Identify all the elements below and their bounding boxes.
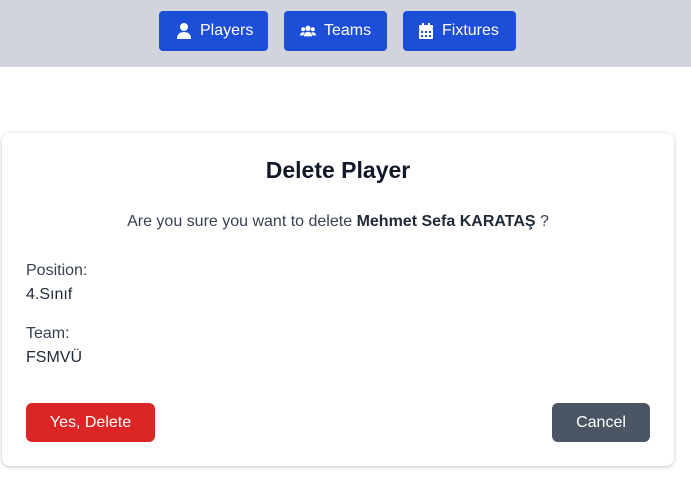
cancel-button[interactable]: Cancel <box>552 403 650 442</box>
confirm-question: Are you sure you want to delete Mehmet S… <box>2 213 674 231</box>
question-prefix: Are you sure you want to delete <box>127 213 353 230</box>
nav-players-label: Players <box>200 22 254 39</box>
position-label: Position: <box>26 262 88 279</box>
team-label: Team: <box>26 325 70 342</box>
top-nav-bar: Players Teams Fixtures <box>0 0 691 67</box>
delete-player-dialog: Delete Player Are you sure you want to d… <box>2 133 674 466</box>
nav-teams-label: Teams <box>324 22 372 39</box>
users-icon <box>300 23 316 39</box>
confirm-delete-button[interactable]: Yes, Delete <box>26 403 155 442</box>
calendar-icon <box>418 23 434 39</box>
nav-fixtures-label: Fixtures <box>442 22 499 39</box>
nav-fixtures-button[interactable]: Fixtures <box>403 11 516 51</box>
position-value: 4.Sınıf <box>26 286 73 303</box>
team-value: FSMVÜ <box>26 349 82 366</box>
nav-players-button[interactable]: Players <box>159 11 268 51</box>
dialog-title: Delete Player <box>265 157 411 183</box>
user-icon <box>176 23 192 39</box>
question-suffix: ? <box>540 213 549 230</box>
nav-teams-button[interactable]: Teams <box>284 11 387 51</box>
player-name: Mehmet Sefa KARATAŞ <box>356 213 536 230</box>
